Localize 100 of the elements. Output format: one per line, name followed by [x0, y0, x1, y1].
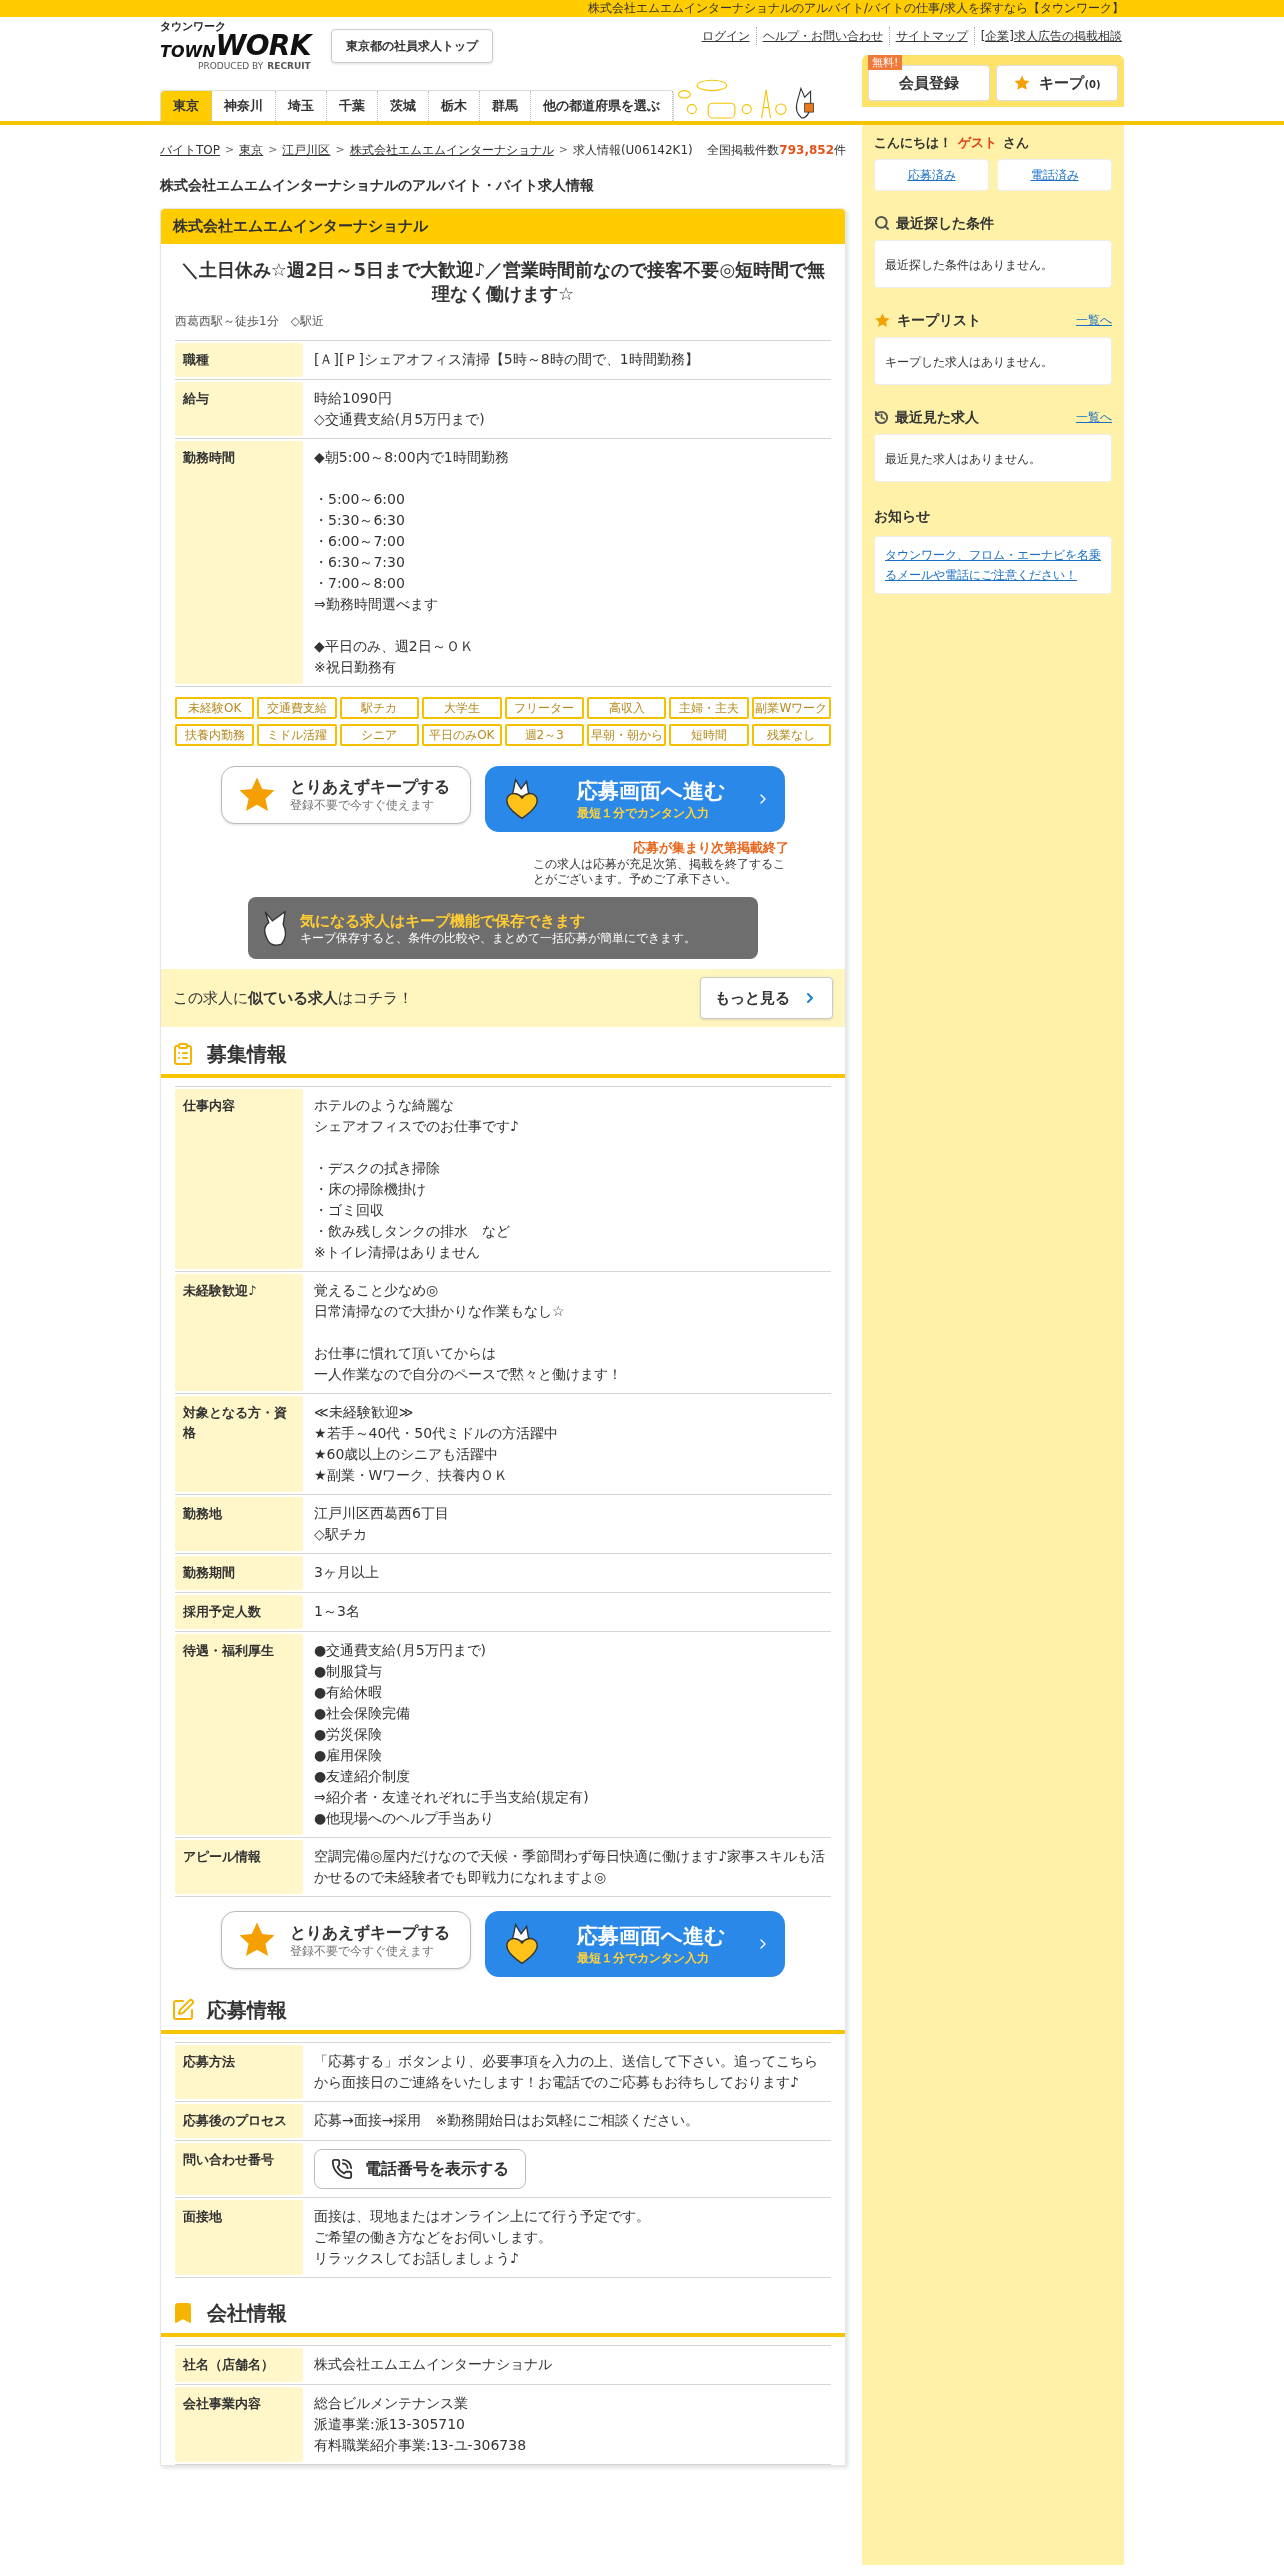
row-value-line: ●他現場へのヘルプ手当あり: [314, 1809, 496, 1828]
row-value-line: 時給1090円: [314, 388, 393, 408]
row-value-line: ★60歳以上のシニアも活躍中: [314, 1445, 500, 1464]
row-value-line: 面接は、現地またはオンライン上にて行う予定です。: [314, 2207, 651, 2226]
empty-message: キープした求人はありません。: [885, 354, 1053, 369]
row-value-line: ・5:30～6:30: [314, 510, 406, 530]
row-value-line: ◇交通費支給(月5万円まで): [314, 409, 486, 429]
similar-jobs-text: この求人に似ている求人はコチラ！: [173, 987, 413, 1009]
free-badge: 無料!: [868, 55, 903, 70]
header-link[interactable]: ヘルプ・お問い合わせ: [755, 27, 889, 45]
show-phone-button[interactable]: 電話番号を表示する: [314, 2149, 526, 2189]
apply-button[interactable]: 応募画面へ進む 最短１分でカンタン入力: [485, 765, 785, 832]
row-value-line: ≪未経験歓迎≫: [314, 1403, 415, 1422]
guest-name: ゲスト: [958, 134, 997, 152]
row-value-line: 総合ビルメンテナンス業: [314, 2394, 469, 2413]
feature-tag: 主婦・主夫: [669, 696, 749, 719]
row-value-line: ・ゴミ回収: [314, 1201, 385, 1220]
feature-tag: ミドル活躍: [257, 723, 337, 746]
row-label: 応募方法: [175, 2045, 303, 2099]
breadcrumb-separator: >: [335, 141, 345, 158]
prefecture-tab[interactable]: 東京: [161, 91, 212, 121]
feature-tag: シニア: [339, 723, 420, 746]
pencil-square-icon: [171, 1998, 195, 2022]
view-all-link[interactable]: 一覧へ: [1076, 408, 1112, 426]
row-value-line: ・7:00～8:00: [314, 573, 406, 593]
star-icon: [874, 311, 891, 329]
row-value-line: シェアオフィスでのお仕事です♪: [314, 1117, 520, 1136]
row-label: アピール情報: [175, 1840, 303, 1894]
view-all-link[interactable]: 一覧へ: [1076, 311, 1112, 329]
row-value-line: ※トイレ清掃はありません: [314, 1243, 481, 1262]
panel-title: キープリスト: [897, 310, 981, 330]
feature-tag: 大学生: [422, 696, 502, 719]
news-link[interactable]: タウンワーク、フロム・エーナビを名乗るメールや電話にご注意ください！: [885, 544, 1101, 585]
keep-button[interactable]: とりあえずキープする 登録不要で今すぐ使えます: [221, 1911, 471, 1969]
feature-tag: 未経験OK: [175, 696, 255, 719]
apply-button[interactable]: 応募画面へ進む 最短１分でカンタン入力: [485, 1911, 785, 1977]
empty-message: 最近探した条件はありません。: [885, 257, 1053, 272]
company-header: 株式会社エムエムインターナショナル: [161, 209, 845, 244]
news-title: お知らせ: [874, 507, 930, 524]
see-more-button[interactable]: もっと見る: [700, 977, 833, 1019]
row-value-line: 応募→面接→採用 ※勤務開始日はお気軽にご相談ください。: [314, 2111, 701, 2130]
page-title: 株式会社エムエムインターナショナルのアルバイト・バイト求人情報: [160, 176, 595, 195]
row-label: 勤務時間: [175, 440, 303, 684]
history-button[interactable]: 応募済み: [874, 158, 989, 191]
row-value-line: 「応募する」ボタンより、必要事項を入力の上、送信して下さい。追ってこちらから面接日のご連絡をいたします！お電話でのご応募もお待ちしております♪: [314, 2052, 819, 2092]
row-value-line: リラックスしてお話しましょう♪: [314, 2249, 520, 2268]
breadcrumb-link[interactable]: バイトTOP: [160, 141, 220, 159]
greeting-text: こんにちは！: [874, 134, 952, 152]
section-title: 募集情報: [207, 1041, 287, 1068]
row-value-line: ・5:00～6:00: [314, 489, 406, 509]
row-value-line: ・デスクの拭き掃除: [314, 1159, 441, 1178]
row-value-line: ●制服貸与: [314, 1662, 384, 1681]
row-value-line: 江戸川区西葛西6丁目: [314, 1504, 450, 1523]
catch-copy: ＼土日休み☆週2日～5日まで大歓迎♪／営業時間前なので接客不要◎短時間で無理なく働けます☆: [179, 257, 827, 306]
row-value-line: ホテルのような綺麗な: [314, 1096, 455, 1115]
row-label: 面接地: [175, 2200, 303, 2275]
feature-tag: 駅チカ: [339, 696, 420, 719]
row-value-line: ⇒紹介者・友達それぞれに手当支給(規定有): [314, 1788, 590, 1807]
row-label: 社名（店舗名）: [175, 2348, 303, 2382]
keep-info-title: 気になる求人はキープ機能で保存できます: [300, 911, 586, 931]
header-link[interactable]: ログイン: [695, 27, 756, 45]
section-title: 会社情報: [207, 2300, 287, 2327]
header-link[interactable]: [企業]求人広告の掲載相談: [973, 27, 1128, 45]
row-value-line: 覚えること少なめ◎: [314, 1281, 440, 1300]
row-value-line: ★副業・Wワーク、扶養内ＯＫ: [314, 1466, 510, 1485]
feature-tag: 短時間: [669, 723, 749, 746]
row-value-line: 1～3名: [314, 1602, 361, 1621]
breadcrumb-link[interactable]: 江戸川区: [282, 141, 331, 159]
row-value-line: 一人作業なので自分のペースで黙々と働けます！: [314, 1365, 623, 1384]
empty-message: 最近見た求人はありません。: [885, 451, 1041, 466]
row-value-line: 空調完備◎屋内だけなので天候・季節問わず毎日快適に働けます♪家事スキルも活かせるので未経験者でも即戦力になれますよ◎: [314, 1847, 827, 1887]
row-value-line: ●労災保険: [314, 1725, 384, 1744]
row-label: 待遇・福利厚生: [175, 1634, 303, 1835]
history-button[interactable]: 電話済み: [997, 158, 1112, 191]
breadcrumb-current: 求人情報(U06142K1): [572, 142, 693, 159]
row-label: 未経験歓迎♪: [175, 1274, 303, 1391]
row-value-line: ●雇用保険: [314, 1746, 384, 1765]
row-value-line: ⇒勤務時間選べます: [314, 594, 439, 614]
row-value-line: ・6:00～7:00: [314, 531, 406, 551]
row-value-line: ◆朝5:00～8:00内で1時間勤務: [314, 447, 510, 467]
breadcrumb-link[interactable]: 東京: [239, 141, 264, 159]
feature-tag: 交通費支給: [257, 696, 337, 719]
row-value-line: ●交通費支給(月5万円まで): [314, 1641, 488, 1660]
row-value-line: ・床の掃除機掛け: [314, 1180, 427, 1199]
keep-info-text: キープ保存すると、条件の比較や、まとめて一括応募が簡単にできます。: [300, 931, 696, 945]
keep-button[interactable]: とりあえずキープする 登録不要で今すぐ使えます: [221, 765, 471, 824]
total-count: 全国掲載件数793,852件: [707, 142, 846, 159]
header-link[interactable]: サイトマップ: [888, 27, 974, 45]
row-label: 対象となる方・資格: [175, 1396, 303, 1492]
row-value-line: お仕事に慣れて頂いてからは: [314, 1344, 497, 1363]
company-jobs-button[interactable]: 東京都の社員求人トップ: [330, 29, 493, 63]
panel-title: 最近見た求人: [895, 407, 979, 427]
row-value-line: ※祝日勤務有: [314, 657, 397, 677]
keep-list-button[interactable]: キープ(0): [996, 65, 1118, 101]
greeting-suffix: さん: [1003, 134, 1029, 152]
feature-tag: 副業Wワーク: [751, 696, 831, 719]
breadcrumb-link[interactable]: 株式会社エムエムインターナショナル: [349, 141, 554, 159]
panel-title: 最近探した条件: [896, 213, 994, 233]
row-value-line: ・6:30～7:30: [314, 552, 406, 572]
notice-title: 応募が集まり次第掲載終了: [633, 838, 789, 857]
